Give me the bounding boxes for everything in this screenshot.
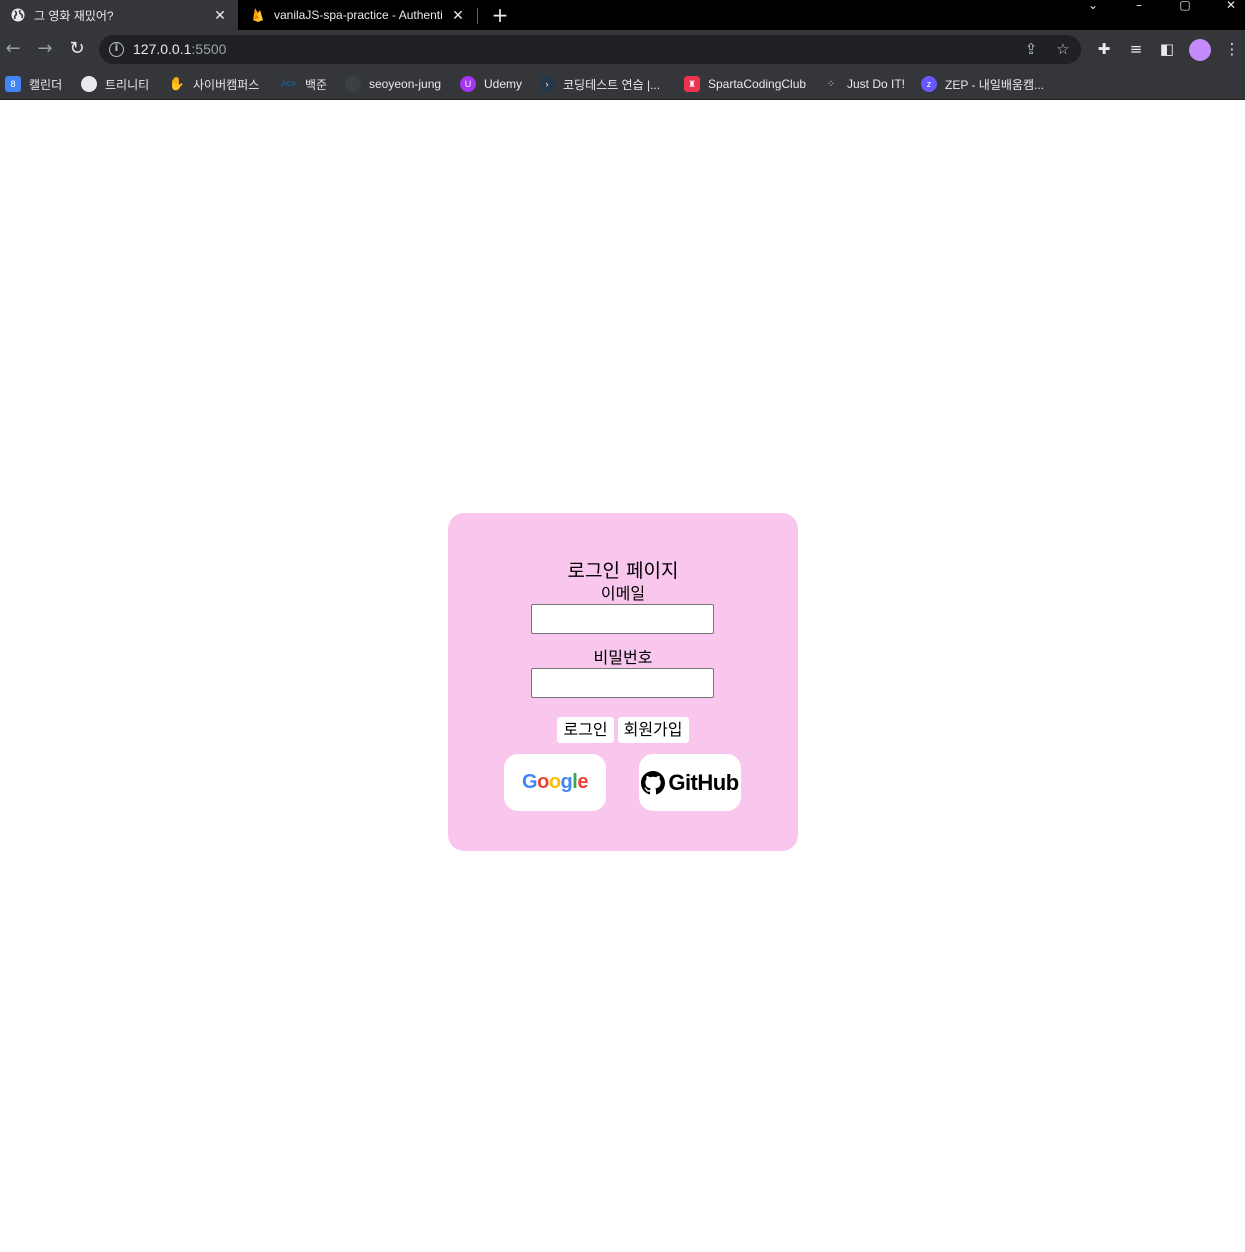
- bookmark-programmers[interactable]: › 코딩테스트 연습 |...: [539, 74, 660, 94]
- globe-icon: [81, 76, 97, 92]
- email-field[interactable]: [531, 604, 714, 634]
- login-button[interactable]: 로그인: [557, 717, 614, 743]
- url-text[interactable]: 127.0.0.1:5500: [133, 41, 226, 57]
- bookmark-sparta[interactable]: ♜ SpartaCodingClub: [684, 74, 806, 94]
- tab-active[interactable]: 그 영화 재밌어? ✕: [0, 0, 238, 30]
- sparta-icon: ♜: [684, 76, 700, 92]
- tab-divider: [477, 8, 478, 24]
- extensions-icon[interactable]: ✚: [1095, 40, 1113, 58]
- programmers-icon: ›: [539, 76, 555, 92]
- hand-icon: ✋: [168, 76, 186, 91]
- github-login-button[interactable]: GitHub: [639, 754, 741, 811]
- browser-toolbar: ← → ↻ i 127.0.0.1:5500 ⇪ ☆ ✚ ≡ ◧ ⋮: [0, 30, 1245, 68]
- bookmarks-bar: 8 캘린더 트리니티 ✋ 사이버캠퍼스 /<> 백준 seoyeon-jung …: [0, 68, 1245, 100]
- form-buttons: 로그인 회원가입: [448, 717, 798, 743]
- bookmark-cybercampus[interactable]: ✋ 사이버캠퍼스: [169, 74, 259, 94]
- menu-icon[interactable]: ⋮: [1223, 40, 1241, 58]
- github-icon: [345, 76, 361, 92]
- minimize-icon[interactable]: –: [1129, 0, 1149, 12]
- baekjoon-icon: /<>: [281, 78, 297, 90]
- tab-title: vanilaJS-spa-practice - Authenti: [274, 8, 443, 22]
- tab-search-icon[interactable]: ⌄: [1083, 0, 1103, 12]
- signup-button[interactable]: 회원가입: [617, 717, 689, 743]
- bookmark-trinity[interactable]: 트리니티: [81, 74, 149, 94]
- udemy-icon: U: [460, 76, 476, 92]
- reload-icon[interactable]: ↻: [67, 39, 87, 59]
- share-icon[interactable]: ⇪: [1022, 40, 1040, 58]
- login-card: 로그인 페이지 이메일 비밀번호 로그인 회원가입 Google GitHub: [448, 513, 798, 851]
- dots-icon: ⁘: [826, 78, 836, 90]
- site-info-icon[interactable]: i: [109, 42, 124, 57]
- page-title: 로그인 페이지: [567, 560, 679, 582]
- side-panel-icon[interactable]: ◧: [1158, 40, 1176, 58]
- reading-list-icon[interactable]: ≡: [1127, 40, 1145, 58]
- close-tab-icon[interactable]: ✕: [212, 7, 228, 23]
- bookmark-udemy[interactable]: U Udemy: [460, 74, 522, 94]
- star-icon[interactable]: ☆: [1054, 40, 1072, 58]
- google-login-button[interactable]: Google: [504, 754, 606, 811]
- back-icon[interactable]: ←: [3, 39, 23, 59]
- bookmark-github[interactable]: seoyeon-jung: [345, 74, 441, 94]
- forward-icon[interactable]: →: [35, 39, 55, 59]
- password-field[interactable]: [531, 668, 714, 698]
- firebase-icon: [250, 7, 266, 23]
- google-logo: Google: [522, 771, 588, 793]
- bookmark-justdoit[interactable]: ⁘ Just Do IT!: [823, 74, 905, 94]
- tab-title: 그 영화 재밌어?: [34, 8, 114, 23]
- email-label: 이메일: [600, 584, 646, 603]
- new-tab-button[interactable]: +: [490, 5, 510, 25]
- github-octocat-icon: [641, 770, 666, 794]
- bookmark-zep[interactable]: z ZEP - 내일배움캠...: [921, 74, 1044, 94]
- address-bar[interactable]: i 127.0.0.1:5500 ⇪ ☆: [99, 35, 1081, 64]
- tab-strip: 그 영화 재밌어? ✕ vanilaJS-spa-practice - Auth…: [0, 0, 1245, 30]
- maximize-icon[interactable]: ▢: [1175, 0, 1195, 12]
- profile-avatar[interactable]: [1189, 39, 1211, 61]
- globe-icon: [10, 7, 26, 23]
- calendar-icon: 8: [5, 76, 21, 92]
- bookmark-baekjoon[interactable]: /<> 백준: [281, 74, 327, 94]
- github-logo: GitHub: [641, 770, 739, 796]
- close-window-icon[interactable]: ✕: [1221, 0, 1241, 12]
- close-tab-icon[interactable]: ✕: [450, 7, 466, 23]
- bookmark-calendar[interactable]: 8 캘린더: [5, 74, 62, 94]
- tab-inactive[interactable]: vanilaJS-spa-practice - Authenti ✕: [240, 0, 476, 30]
- zep-icon: z: [921, 76, 937, 92]
- password-label: 비밀번호: [593, 648, 653, 667]
